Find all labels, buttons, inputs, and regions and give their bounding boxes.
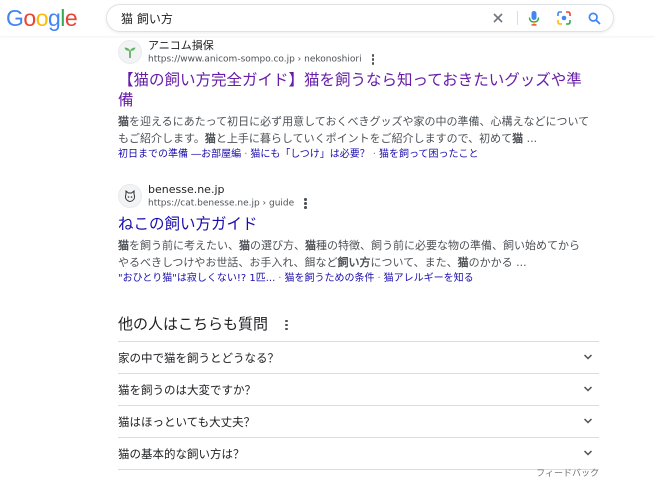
chevron-down-icon <box>583 386 593 392</box>
site-url: https://cat.benesse.ne.jp › guide <box>148 197 310 211</box>
result-snippet: 猫を飼う前に考えたい、猫の選び方、猫種の特徴、飼う前に必要な物の準備、飼い始めて… <box>118 239 580 269</box>
sitelink[interactable]: 初日までの準備 ―お部屋編 <box>118 149 241 160</box>
search-result: benesse.ne.jp https://cat.benesse.ne.jp … <box>118 182 608 286</box>
result-source[interactable]: benesse.ne.jp https://cat.benesse.ne.jp … <box>118 182 608 212</box>
feedback-link[interactable]: フィードバック <box>536 466 599 479</box>
site-name: アニコム損保 <box>148 39 214 52</box>
paa-question[interactable]: 猫の基本的な飼い方は？ <box>118 437 599 469</box>
site-url: https://www.anicom-sompo.co.jp › nekonos… <box>148 53 378 67</box>
paa-divider <box>118 469 599 470</box>
site-name: benesse.ne.jp <box>148 183 225 196</box>
search-header: Google <box>0 0 655 36</box>
result-source[interactable]: アニコム損保 https://www.anicom-sompo.co.jp › … <box>118 38 608 68</box>
search-results-page: Google 猫 飼い方 アニコム損保 https://www.anicom-s… <box>0 0 655 491</box>
chevron-down-icon <box>583 418 593 424</box>
search-result: アニコム損保 https://www.anicom-sompo.co.jp › … <box>118 38 608 162</box>
sitelink[interactable]: "おひとり猫"は寂しくない!? 1匹... <box>118 273 275 284</box>
result-title-link[interactable]: 【猫の飼い方完全ガイド】猫を飼うなら知っておきたいグッズや準備 <box>118 70 608 110</box>
result-title-link[interactable]: ねこの飼い方ガイド <box>118 214 608 234</box>
search-box-divider <box>517 11 518 25</box>
chevron-down-icon <box>583 450 593 456</box>
more-options-icon[interactable] <box>368 53 378 65</box>
sitelink[interactable]: 猫アレルギーを知る <box>384 273 474 284</box>
chevron-down-icon <box>583 354 593 360</box>
search-icon[interactable] <box>585 9 603 27</box>
sitelink[interactable]: 猫を飼って困ったこと <box>379 149 479 160</box>
result-snippet: 猫を迎えるにあたって初日に必ず用意しておくべきグッズや家の中の準備、心構えなどに… <box>118 115 590 145</box>
people-also-ask: 他の人はこちらも質問 家の中で猫を飼うとどうなる？ 猫を飼うのは大変ですか？ 猫… <box>118 309 599 470</box>
paa-question[interactable]: 家の中で猫を飼うとどうなる？ <box>118 341 599 373</box>
paa-question[interactable]: 猫を飼うのは大変ですか？ <box>118 373 599 405</box>
sitelinks: "おひとり猫"は寂しくない!? 1匹... · 猫を飼うための条件 · 猫アレルギーを知… <box>118 273 474 284</box>
sprout-favicon-icon <box>118 40 142 64</box>
google-logo[interactable]: Google <box>6 5 78 31</box>
more-options-icon[interactable] <box>281 319 291 331</box>
camera-lens-icon[interactable] <box>555 9 573 27</box>
paa-header: 他の人はこちらも質問 <box>118 309 599 341</box>
microphone-icon[interactable] <box>525 9 543 27</box>
clear-icon[interactable] <box>489 9 507 27</box>
search-box[interactable] <box>106 4 614 32</box>
sitelinks: 初日までの準備 ―お部屋編 · 猫にも「しつけ」は必要？ · 猫を飼って困ったこと <box>118 149 479 160</box>
cat-favicon-icon <box>118 184 142 208</box>
paa-title: 他の人はこちらも質問 <box>118 315 269 333</box>
sitelink[interactable]: 猫を飼うための条件 <box>284 273 374 284</box>
sitelink[interactable]: 猫にも「しつけ」は必要？ <box>250 149 369 160</box>
search-input[interactable] <box>121 5 481 31</box>
paa-question[interactable]: 猫はほっといても大丈夫？ <box>118 405 599 437</box>
more-options-icon[interactable] <box>300 197 310 209</box>
